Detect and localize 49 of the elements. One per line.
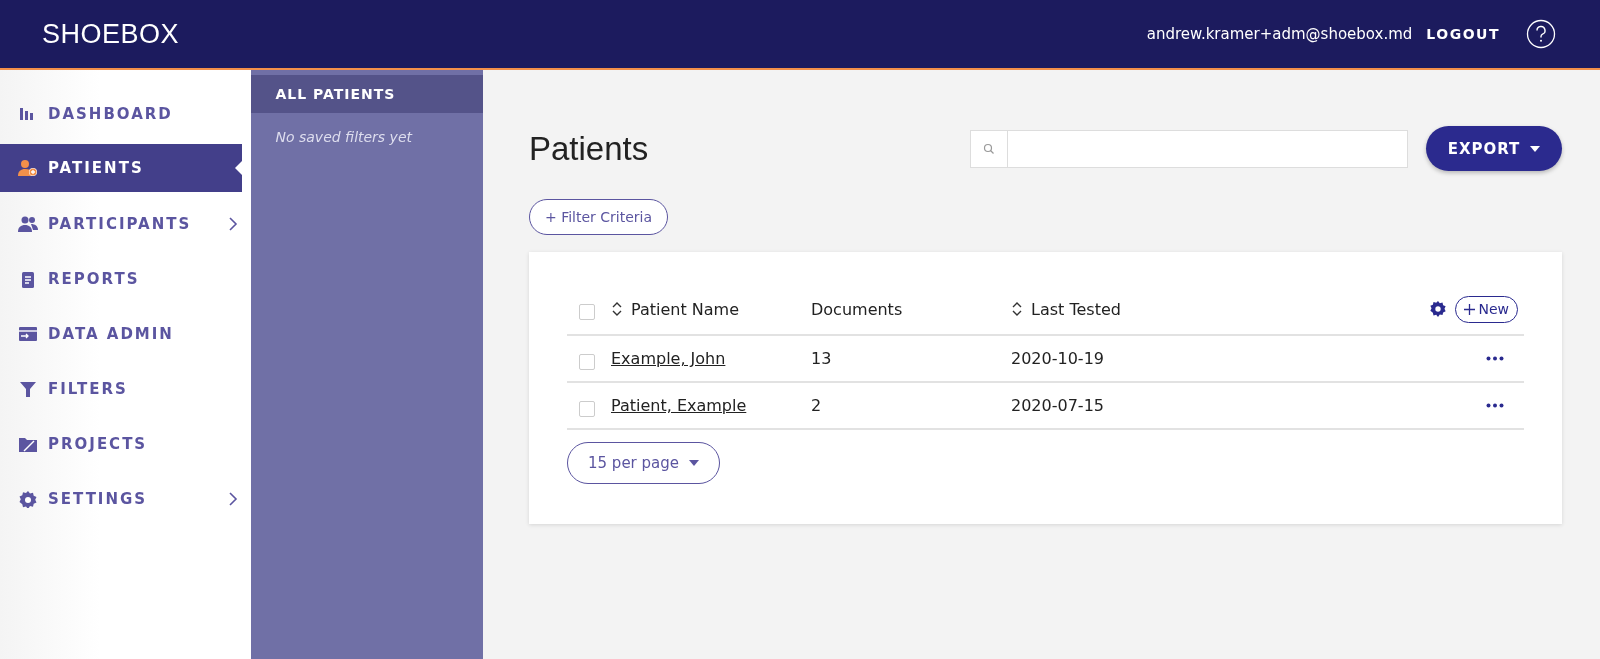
export-button[interactable]: EXPORT: [1426, 126, 1562, 171]
logo[interactable]: SHOEBOX: [42, 18, 180, 50]
row-checkbox[interactable]: [579, 353, 595, 370]
plus-icon: [1464, 303, 1476, 315]
funnel-icon: [18, 379, 38, 398]
nav-item[interactable]: SETTINGS: [0, 471, 242, 526]
all-patients-tab[interactable]: ALL PATIENTS: [251, 75, 483, 113]
user-email: andrew.kramer+adm@shoebox.md: [1146, 25, 1413, 43]
gear-icon[interactable]: [1429, 300, 1448, 318]
nav-item[interactable]: PATIENTS: [0, 144, 242, 192]
logout-link[interactable]: LOGOUT: [1426, 26, 1500, 42]
nav-item[interactable]: DASHBOARD: [0, 86, 242, 141]
chevron-right-icon: [228, 491, 238, 506]
row-checkbox[interactable]: [579, 400, 595, 417]
caret-icon: [1530, 145, 1541, 152]
sort-icon[interactable]: [611, 300, 623, 318]
page-title: Patients: [529, 129, 650, 168]
column-header: Documents: [811, 299, 903, 319]
nav-item[interactable]: DATA ADMIN: [0, 306, 242, 361]
gear-icon: [18, 489, 38, 508]
sort-icon[interactable]: [1011, 300, 1023, 318]
nav-item[interactable]: PROJECTS: [0, 416, 242, 471]
table-cell: 13: [811, 349, 832, 368]
caret-icon: [689, 460, 699, 466]
nav-item[interactable]: FILTERS: [0, 361, 242, 416]
column-header: Patient Name: [631, 299, 739, 319]
users-icon: [18, 214, 38, 233]
patient-link[interactable]: Patient, Example: [611, 396, 747, 415]
pointer-icon: [235, 160, 243, 176]
patient-link[interactable]: Example, John: [611, 349, 726, 368]
nav-item[interactable]: PARTICIPANTS: [0, 196, 242, 251]
table-cell: 2020-10-19: [1011, 349, 1104, 368]
more-icon[interactable]: [1486, 356, 1504, 361]
help-icon[interactable]: [1526, 19, 1556, 49]
table-cell: 2020-07-15: [1011, 396, 1104, 415]
chevron-right-icon: [228, 216, 238, 231]
new-button[interactable]: New: [1455, 295, 1518, 323]
select-all-checkbox[interactable]: [579, 304, 595, 320]
filter-criteria-button[interactable]: + Filter Criteria: [529, 199, 669, 235]
per-page-dropdown[interactable]: 15 per page: [567, 442, 720, 484]
table-cell: 2: [811, 396, 822, 415]
card-icon: [18, 324, 38, 343]
empty-message: No saved filters yet: [274, 128, 414, 147]
user-plus-icon: [18, 159, 38, 177]
search-field[interactable]: [970, 129, 1408, 168]
search-icon: [983, 142, 995, 155]
more-icon[interactable]: [1486, 403, 1504, 408]
column-header: Last Tested: [1031, 299, 1121, 319]
nav-item[interactable]: REPORTS: [0, 251, 242, 306]
